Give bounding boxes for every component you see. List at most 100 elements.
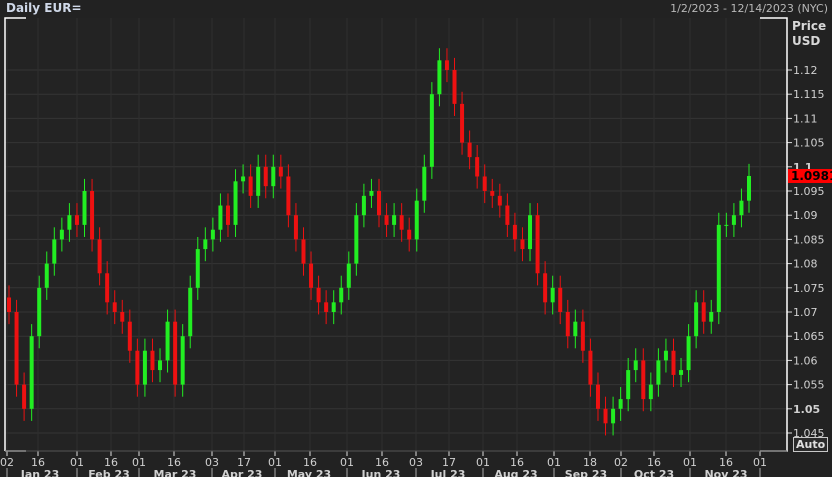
candle-body	[694, 302, 699, 337]
candle-body	[203, 239, 208, 250]
candle-body	[210, 229, 215, 240]
y-tick-label: 1.05	[793, 403, 820, 416]
candle-body	[105, 273, 110, 303]
y-axis-label: USD	[792, 34, 820, 48]
candle	[29, 324, 34, 421]
y-tick-label: 1.09	[793, 209, 818, 222]
candle-body	[135, 350, 140, 385]
candle-body	[528, 215, 533, 250]
candle-body	[543, 273, 548, 303]
month-label: Sep 23	[565, 468, 607, 477]
candle-body	[520, 239, 525, 250]
candle-body	[565, 312, 570, 337]
candle-body	[369, 191, 374, 196]
candle-body	[331, 302, 336, 312]
candle	[173, 309, 178, 397]
candle-body	[150, 350, 155, 371]
y-tick-label: 1.07	[793, 306, 818, 319]
candle-body	[686, 336, 691, 371]
candle-body	[324, 302, 329, 312]
candle-body	[263, 166, 268, 187]
candle-body	[7, 297, 11, 312]
candle-body	[59, 229, 64, 240]
candle-body	[286, 176, 291, 216]
candle-body	[173, 321, 178, 385]
candle-body	[52, 239, 57, 264]
x-tick-label: 01	[268, 456, 282, 469]
candle	[429, 82, 434, 179]
candle-body	[316, 287, 321, 303]
candle-body	[716, 224, 721, 312]
candle-body	[67, 215, 72, 230]
candle-body	[731, 215, 736, 225]
y-tick-label: 1.075	[793, 282, 825, 295]
y-tick-label: 1.055	[793, 379, 825, 392]
candle-body	[407, 229, 412, 240]
month-label: May 23	[287, 468, 331, 477]
candle-body	[74, 215, 79, 225]
candle-body	[354, 215, 359, 264]
candle-body	[679, 370, 684, 375]
candle-body	[588, 350, 593, 385]
candle-body	[603, 408, 608, 424]
candle-body	[309, 263, 314, 288]
candle-body	[482, 176, 487, 191]
candle-body	[422, 166, 427, 201]
candle-body	[29, 336, 34, 409]
candle-body	[648, 384, 653, 400]
candle-body	[127, 321, 132, 351]
month-label: Jan 23	[20, 468, 59, 477]
y-tick-label: 1.12	[793, 64, 818, 77]
candle-body	[225, 205, 230, 225]
candle-body	[429, 94, 434, 167]
candle-body	[384, 215, 389, 225]
candle-body	[663, 350, 668, 361]
x-tick-label: 03	[205, 456, 219, 469]
auto-scale-button[interactable]: Auto	[793, 437, 829, 452]
candle-body	[399, 215, 404, 230]
candle-body	[724, 224, 729, 226]
x-tick-label: 01	[70, 456, 84, 469]
candle-body	[505, 205, 510, 225]
candle-body	[611, 408, 616, 424]
candle-body	[90, 191, 95, 240]
candle-body	[346, 263, 351, 288]
candle-body	[580, 321, 585, 351]
candle	[14, 299, 19, 397]
candle-body	[97, 239, 102, 274]
candle-body	[14, 312, 19, 385]
month-label: Jun 23	[361, 468, 401, 477]
candle-body	[701, 302, 706, 322]
candle-body	[301, 239, 306, 264]
candle-body	[188, 287, 193, 337]
x-tick-label: 01	[132, 456, 146, 469]
last-price-label: 1.0981	[791, 169, 832, 183]
candle-body	[641, 360, 646, 400]
candle-body	[241, 176, 246, 182]
month-label: Aug 23	[494, 468, 537, 477]
candle-body	[475, 157, 480, 177]
plot-area	[5, 18, 787, 451]
candle	[535, 203, 540, 286]
candle-body	[595, 384, 600, 409]
candle-body	[558, 287, 563, 312]
y-tick-label: 1.115	[793, 88, 825, 101]
month-label: Mar 23	[154, 468, 197, 477]
candle-body	[142, 350, 147, 385]
y-tick-label: 1.08	[793, 258, 818, 271]
candle-body	[195, 249, 200, 288]
candle-body	[339, 287, 344, 303]
month-label: Oct 23	[634, 468, 674, 477]
candle-body	[361, 195, 366, 216]
candle-body	[120, 312, 125, 322]
candle-body	[626, 370, 631, 400]
candle-body	[618, 399, 623, 409]
candle-body	[656, 360, 661, 385]
candle-body	[444, 60, 449, 70]
x-tick-label: 01	[340, 456, 354, 469]
candle-body	[248, 176, 253, 196]
candle-body	[460, 103, 465, 143]
y-axis-label: Price	[792, 19, 826, 33]
candlestick-chart[interactable]: 1.0451.051.0551.061.0651.071.0751.081.08…	[0, 0, 832, 477]
candle-body	[633, 360, 638, 371]
